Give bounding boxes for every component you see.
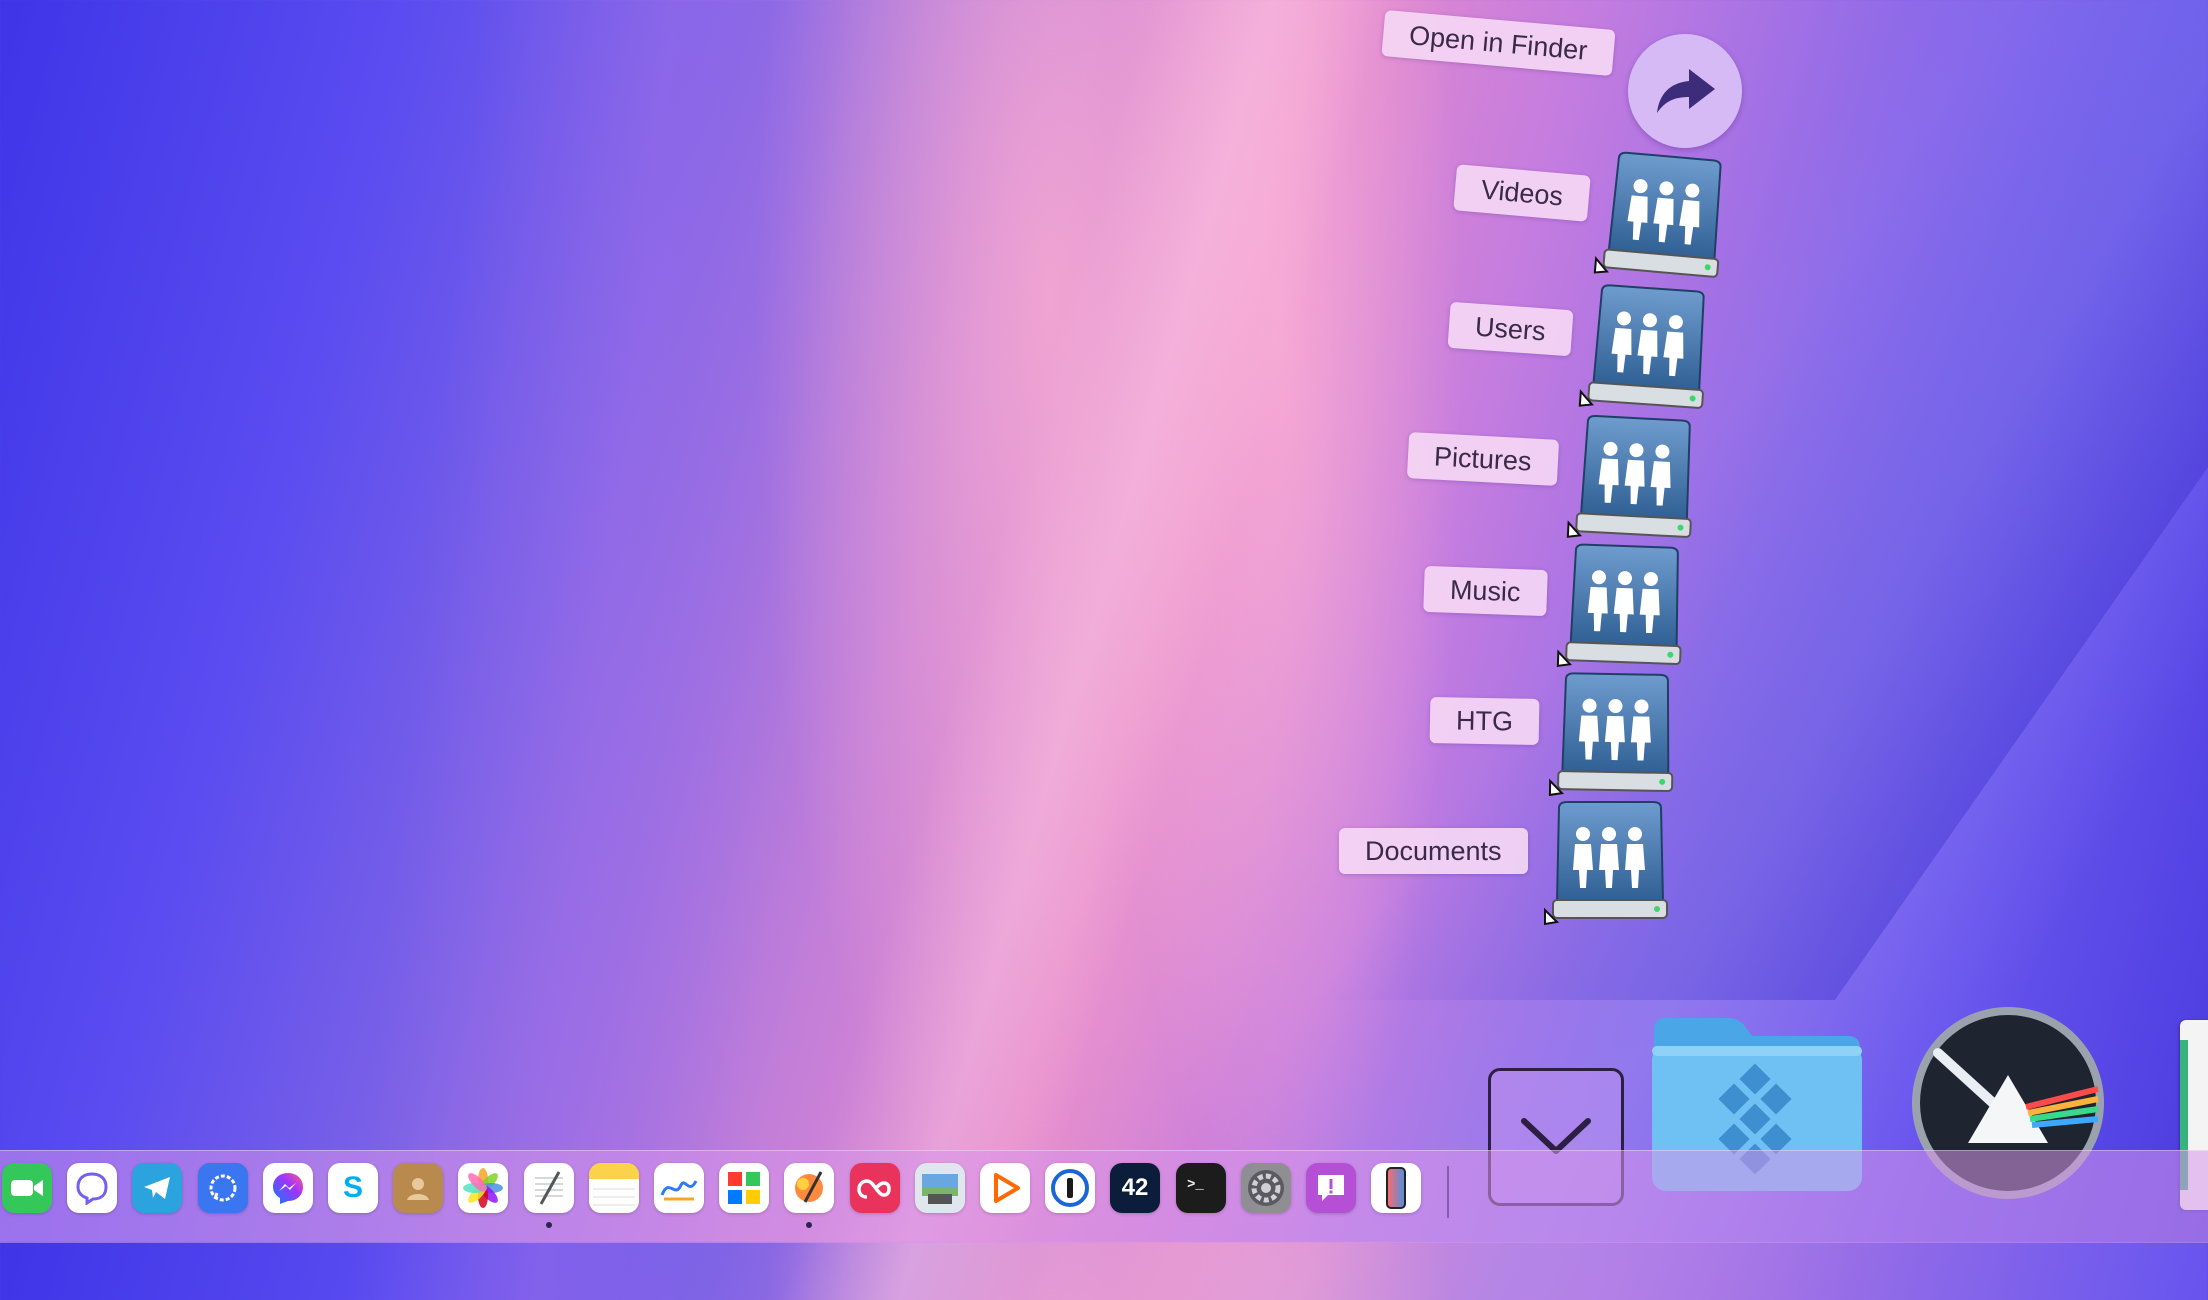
skype-icon[interactable]: S [328, 1163, 378, 1213]
play-icon[interactable] [980, 1163, 1030, 1213]
dock-app-text: 42 [1122, 1174, 1149, 1202]
svg-text:>_: >_ [1187, 1177, 1204, 1193]
open-in-finder-label[interactable]: Open in Finder [1381, 10, 1615, 76]
stack-item-label[interactable]: Pictures [1407, 432, 1559, 486]
open-in-finder-button[interactable] [1628, 34, 1742, 148]
onepassword-icon[interactable] [1045, 1163, 1095, 1213]
stack-item-label[interactable]: HTG [1430, 697, 1540, 745]
signal-icon[interactable] [198, 1163, 248, 1213]
stack-item-label[interactable]: Users [1448, 302, 1573, 356]
feedback-icon[interactable] [1306, 1163, 1356, 1213]
creative-cloud-icon[interactable] [850, 1163, 900, 1213]
shared-drive-icon[interactable] [1541, 798, 1671, 926]
forward-arrow-icon [1653, 65, 1717, 117]
stack-item-label[interactable]: Videos [1453, 164, 1591, 222]
preview-icon[interactable] [915, 1163, 965, 1213]
notes-icon[interactable] [589, 1163, 639, 1213]
pixelmator-icon[interactable] [784, 1163, 834, 1213]
freeform-icon[interactable] [654, 1163, 704, 1213]
viber-icon[interactable] [67, 1163, 117, 1213]
shared-drive-icon[interactable] [1576, 280, 1715, 417]
wallpaper-band [779, 0, 1420, 1300]
number-app-icon[interactable]: 42 [1110, 1163, 1160, 1213]
running-indicator [806, 1222, 812, 1228]
shared-drive-icon[interactable] [1554, 540, 1688, 672]
iphone-icon[interactable] [1371, 1163, 1421, 1213]
photos-icon[interactable] [458, 1163, 508, 1213]
messenger-icon[interactable] [263, 1163, 313, 1213]
dock-divider [1447, 1166, 1449, 1218]
wallpaper-band [346, 0, 873, 1300]
terminal-icon[interactable]: >_ [1176, 1163, 1226, 1213]
textedit-icon[interactable] [524, 1163, 574, 1213]
running-indicator [546, 1222, 552, 1228]
shared-drive-icon[interactable] [1564, 411, 1701, 546]
shared-drive-icon[interactable] [1546, 669, 1678, 799]
telegram-icon[interactable] [132, 1163, 182, 1213]
gear-icon[interactable] [1241, 1163, 1291, 1213]
stack-item-label[interactable]: Music [1423, 566, 1547, 616]
shared-drive-icon[interactable] [1591, 147, 1732, 286]
stack-item-label[interactable]: Documents [1339, 828, 1528, 874]
grid-app-icon[interactable] [719, 1163, 769, 1213]
facetime-icon[interactable] [2, 1163, 52, 1213]
contacts-icon[interactable] [393, 1163, 443, 1213]
